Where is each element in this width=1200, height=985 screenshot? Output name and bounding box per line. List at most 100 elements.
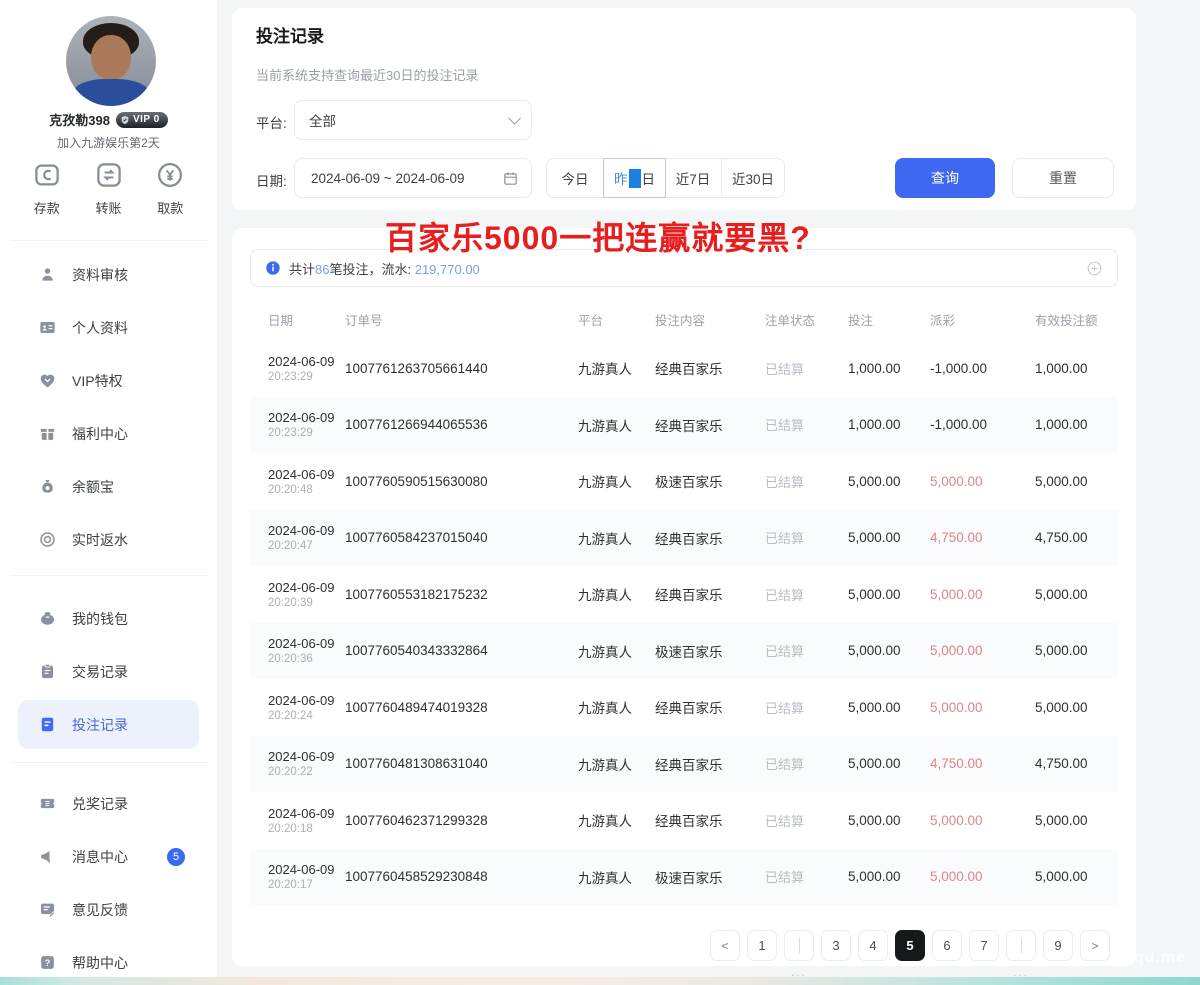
shield-icon	[120, 115, 130, 125]
platform-select-value: 全部	[309, 110, 336, 130]
megaphone-icon	[38, 847, 57, 866]
sidebar-item-notebook[interactable]: 投注记录	[18, 700, 199, 749]
more-pages-button[interactable]: ...	[784, 930, 814, 961]
bet-amount: 5,000.00	[848, 474, 930, 489]
sidebar-item-audit[interactable]: 资料审核	[0, 248, 217, 301]
vip-badge: VIP 0	[116, 112, 168, 128]
bet-content: 经典百家乐	[655, 528, 765, 548]
payout-amount: 4,750.00	[930, 756, 1035, 771]
range-button-昨日[interactable]: 昨日	[603, 158, 666, 198]
order-number: 1007761266944065536	[345, 417, 578, 432]
sidebar-item-gift[interactable]: 福利中心	[0, 407, 217, 460]
avatar[interactable]	[66, 16, 156, 106]
platform: 九游真人	[578, 358, 655, 378]
bet-content: 极速百家乐	[655, 471, 765, 491]
bet-time: 20:23:29	[268, 427, 345, 439]
next-page-button[interactable]: >	[1080, 930, 1110, 961]
payout-amount: 5,000.00	[930, 587, 1035, 602]
table-row[interactable]: 2024-06-0920:23:291007761266944065536九游真…	[250, 397, 1118, 454]
range-button-近7日[interactable]: 近7日	[665, 159, 722, 197]
table-row[interactable]: 2024-06-0920:20:171007760458529230848九游真…	[250, 849, 1118, 906]
valid-bet-amount: 4,750.00	[1035, 530, 1118, 545]
sidebar-item-label: 帮助中心	[72, 953, 128, 973]
column-header: 有效投注额	[1035, 310, 1118, 329]
sidebar-item-label: 福利中心	[72, 424, 128, 444]
order-number: 1007760584237015040	[345, 530, 578, 545]
sidebar-item-vip[interactable]: VIP特权	[0, 354, 217, 407]
bet-status: 已结算	[765, 585, 848, 604]
quick-action-deposit[interactable]: 存款	[32, 160, 62, 217]
sidebar-item-clipboard[interactable]: 交易记录	[0, 645, 217, 698]
payout-amount: -1,000.00	[930, 361, 1035, 376]
page-button-4[interactable]: 4	[858, 930, 888, 961]
date-range-input[interactable]: 2024-06-09 ~ 2024-06-09	[294, 158, 532, 198]
valid-bet-amount: 5,000.00	[1035, 700, 1118, 715]
sidebar-item-ticket[interactable]: 兑奖记录	[0, 777, 217, 830]
page-button-7[interactable]: 7	[969, 930, 999, 961]
sidebar-item-rebate[interactable]: 实时返水	[0, 513, 217, 566]
feedback-icon	[38, 900, 57, 919]
sidebar-item-piggy[interactable]: 我的钱包	[0, 592, 217, 645]
bet-time: 20:20:47	[268, 540, 345, 552]
range-button-近30日[interactable]: 近30日	[722, 159, 784, 197]
page-button-1[interactable]: 1	[747, 930, 777, 961]
sidebar-item-moneybag[interactable]: 余额宝	[0, 460, 217, 513]
expand-plus-icon[interactable]	[1086, 260, 1103, 277]
table-row[interactable]: 2024-06-0920:20:471007760584237015040九游真…	[250, 510, 1118, 567]
summary-text: 共计86笔投注，流水: 219,770.00	[289, 259, 480, 278]
page-title: 投注记录	[256, 22, 324, 47]
platform-select[interactable]: 全部	[294, 100, 532, 140]
table-row[interactable]: 2024-06-0920:20:241007760489474019328九游真…	[250, 679, 1118, 736]
quick-action-withdraw[interactable]: 取款	[155, 160, 185, 217]
column-header: 平台	[578, 310, 655, 329]
table-row[interactable]: 2024-06-0920:20:481007760590515630080九游真…	[250, 453, 1118, 510]
payout-amount: 5,000.00	[930, 474, 1035, 489]
page-button-9[interactable]: 9	[1043, 930, 1073, 961]
idcard-icon	[38, 318, 57, 337]
page-button-3[interactable]: 3	[821, 930, 851, 961]
sidebar-item-label: VIP特权	[72, 371, 123, 391]
more-pages-button[interactable]: ...	[1006, 930, 1036, 961]
deposit-icon	[32, 160, 62, 190]
payout-amount: 4,750.00	[930, 530, 1035, 545]
unread-count-badge: 5	[167, 848, 185, 866]
bet-content: 经典百家乐	[655, 697, 765, 717]
bet-date: 2024-06-09	[268, 806, 345, 821]
table-row[interactable]: 2024-06-0920:20:391007760553182175232九游真…	[250, 566, 1118, 623]
column-header: 订单号	[345, 310, 578, 329]
platform: 九游真人	[578, 528, 655, 548]
order-number: 1007760553182175232	[345, 587, 578, 602]
chevron-down-icon	[508, 112, 521, 125]
page-button-5[interactable]: 5	[895, 930, 925, 961]
range-button-今日[interactable]: 今日	[547, 159, 604, 197]
pagination: <1...34567...9>	[710, 930, 1110, 961]
page-button-6[interactable]: 6	[932, 930, 962, 961]
valid-bet-amount: 5,000.00	[1035, 643, 1118, 658]
nav-group-account: 资料审核个人资料 VIP特权福利中心余额宝实时返水	[0, 248, 217, 566]
table-row[interactable]: 2024-06-0920:20:221007760481308631040九游真…	[250, 736, 1118, 793]
table-row[interactable]: 2024-06-0920:20:181007760462371299328九游真…	[250, 792, 1118, 849]
platform: 九游真人	[578, 584, 655, 604]
bet-status: 已结算	[765, 359, 848, 378]
reset-button[interactable]: 重置	[1012, 158, 1114, 198]
prev-page-button[interactable]: <	[710, 930, 740, 961]
valid-bet-amount: 5,000.00	[1035, 813, 1118, 828]
table-row[interactable]: 2024-06-0920:23:291007761263705661440九游真…	[250, 340, 1118, 397]
watermark: qu.me	[1134, 949, 1186, 967]
date-range-value: 2024-06-09 ~ 2024-06-09	[311, 171, 465, 186]
payout-amount: 5,000.00	[930, 700, 1035, 715]
bet-status: 已结算	[765, 641, 848, 660]
quick-action-transfer[interactable]: 转账	[94, 160, 124, 217]
sidebar-item-feedback[interactable]: 意见反馈	[0, 883, 217, 936]
table-row[interactable]: 2024-06-0920:20:361007760540343332864九游真…	[250, 623, 1118, 680]
sidebar-item-megaphone[interactable]: 消息中心5	[0, 830, 217, 883]
query-button[interactable]: 查询	[895, 158, 995, 198]
sidebar-item-idcard[interactable]: 个人资料	[0, 301, 217, 354]
payout-amount: 5,000.00	[930, 643, 1035, 658]
valid-bet-amount: 1,000.00	[1035, 417, 1118, 432]
range-label-part: 昨	[614, 168, 628, 188]
sidebar-item-help[interactable]: ?帮助中心	[0, 936, 217, 977]
bet-count: 86	[315, 262, 329, 277]
calendar-icon	[502, 170, 519, 187]
bet-amount: 5,000.00	[848, 813, 930, 828]
